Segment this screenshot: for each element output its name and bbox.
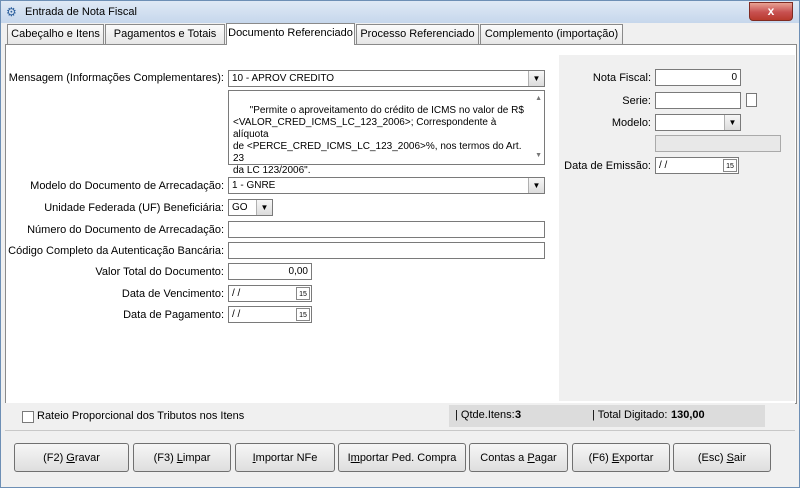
nota-fiscal-label: Nota Fiscal: xyxy=(592,72,651,84)
gravar-prefix: (F2) xyxy=(43,452,67,464)
data-pagamento-label: Data de Pagamento: xyxy=(123,309,224,321)
tab-processo-referenciado[interactable]: Processo Referenciado xyxy=(356,24,479,44)
importar-nfe-rest: mportar NFe xyxy=(255,452,318,464)
importar-ped-key: m xyxy=(350,452,360,464)
app-gear-icon: ⚙ xyxy=(6,5,17,19)
codigo-autenticacao-label: Código Completo da Autenticação Bancária… xyxy=(8,245,224,257)
modelo-documento-label: Modelo do Documento de Arrecadação: xyxy=(30,180,224,192)
status-bar: Rateio Proporcional dos Tributos nos Ite… xyxy=(5,403,795,429)
sair-prefix: (Esc) xyxy=(697,452,727,464)
mensagem-text[interactable]: "Permite o aproveitamento do crédito de … xyxy=(228,90,545,176)
exportar-rest: xportar xyxy=(619,452,654,464)
modelo-documento-combo[interactable]: 1 - GNRE ▼ xyxy=(228,177,545,194)
chevron-down-icon[interactable]: ▼ xyxy=(256,200,272,215)
data-vencimento-input[interactable]: / / 15 xyxy=(228,285,312,302)
mensagem-combo[interactable]: 10 - APROV CREDITO ▼ xyxy=(228,70,545,87)
serie-input[interactable] xyxy=(655,92,741,109)
gravar-rest: ravar xyxy=(74,452,100,464)
calendar-icon[interactable]: 15 xyxy=(296,287,310,300)
sair-button[interactable]: (Esc) Sair xyxy=(673,443,771,472)
codigo-autenticacao-input[interactable] xyxy=(228,242,545,259)
serie-label: Serie: xyxy=(622,95,651,107)
title-bar: ⚙ Entrada de Nota Fiscal x xyxy=(1,1,799,23)
uf-value: GO xyxy=(232,202,248,213)
gravar-button[interactable]: (F2) Gravar xyxy=(14,443,129,472)
chevron-down-icon[interactable]: ▼ xyxy=(528,178,544,193)
close-button[interactable]: x xyxy=(749,2,793,21)
mensagem-text-content: "Permite o aproveitamento do crédito de … xyxy=(233,105,524,176)
tab-pagamentos[interactable]: Pagamentos e Totais xyxy=(105,24,225,44)
limpar-button[interactable]: (F3) Limpar xyxy=(133,443,231,472)
numero-documento-label: Número do Documento de Arrecadação: xyxy=(27,224,224,236)
gravar-key: G xyxy=(66,452,75,464)
data-pagamento-input[interactable]: / / 15 xyxy=(228,306,312,323)
sair-rest: air xyxy=(733,452,747,464)
tab-cabecalho[interactable]: Cabeçalho e Itens xyxy=(7,24,104,44)
main-window: ⚙ Entrada de Nota Fiscal x Cabeçalho e I… xyxy=(0,0,800,488)
uf-combo[interactable]: GO ▼ xyxy=(228,199,273,216)
importar-nfe-button[interactable]: Importar NFe xyxy=(235,443,335,472)
chevron-down-icon[interactable]: ▼ xyxy=(724,115,740,130)
scroll-up-icon[interactable]: ▲ xyxy=(535,93,542,105)
tab-complemento[interactable]: Complemento (importação) xyxy=(480,24,623,44)
rateio-checkbox[interactable] xyxy=(22,411,34,423)
qtde-itens-label: | Qtde.Itens: xyxy=(455,409,515,421)
qtde-itens-value: 3 xyxy=(515,409,522,421)
window-title: Entrada de Nota Fiscal xyxy=(25,6,137,18)
modelo-description-field xyxy=(655,135,781,152)
tab-panel: Mensagem (Informações Complementares): 1… xyxy=(5,44,797,404)
exportar-prefix: (F6) xyxy=(588,452,612,464)
limpar-rest: impar xyxy=(182,452,211,464)
calendar-icon[interactable]: 15 xyxy=(723,159,737,172)
total-digitado-label: | Total Digitado: xyxy=(592,409,668,421)
total-digitado-value: 130,00 xyxy=(671,409,705,421)
data-vencimento-label: Data de Vencimento: xyxy=(121,288,224,300)
limpar-prefix: (F3) xyxy=(153,452,177,464)
mensagem-combo-value: 10 - APROV CREDITO xyxy=(232,73,335,84)
data-emissao-label: Data de Emissão: xyxy=(564,160,651,172)
contas-prefix: Contas a xyxy=(480,452,528,464)
uf-label: Unidade Federada (UF) Beneficiária: xyxy=(44,202,224,214)
data-emissao-value: / / xyxy=(659,160,668,171)
modelo-documento-value: 1 - GNRE xyxy=(232,180,276,191)
tab-documento-referenciado[interactable]: Documento Referenciado xyxy=(226,23,355,45)
data-vencimento-value: / / xyxy=(232,288,241,299)
nota-fiscal-panel: Nota Fiscal: 0 Serie: Modelo: ▼ Data de … xyxy=(559,55,795,401)
contas-rest: agar xyxy=(534,452,557,464)
contas-a-pagar-button[interactable]: Contas a Pagar xyxy=(469,443,568,472)
importar-ped-rest: portar Ped. Compra xyxy=(359,452,457,464)
totals-box: | Qtde.Itens: 3 | Total Digitado: 130,00 xyxy=(449,405,765,427)
importar-ped-compra-button[interactable]: Importar Ped. Compra xyxy=(338,443,466,472)
valor-total-label: Valor Total do Documento: xyxy=(95,266,224,278)
exportar-button[interactable]: (F6) Exportar xyxy=(572,443,670,472)
button-bar: (F2) Gravar (F3) Limpar Importar NFe Imp… xyxy=(5,430,795,486)
numero-documento-input[interactable] xyxy=(228,221,545,238)
sair-key: S xyxy=(726,452,734,464)
nota-fiscal-input[interactable]: 0 xyxy=(655,69,741,86)
calendar-icon[interactable]: 15 xyxy=(296,308,310,321)
data-emissao-input[interactable]: / / 15 xyxy=(655,157,739,174)
chevron-down-icon[interactable]: ▼ xyxy=(528,71,544,86)
document-icon[interactable] xyxy=(746,93,757,107)
modelo-combo[interactable]: ▼ xyxy=(655,114,741,131)
data-pagamento-value: / / xyxy=(232,309,241,320)
mensagem-label: Mensagem (Informações Complementares): xyxy=(8,72,224,84)
valor-total-input[interactable]: 0,00 xyxy=(228,263,312,280)
contas-key: P xyxy=(527,452,535,464)
scroll-down-icon[interactable]: ▼ xyxy=(535,150,542,162)
rateio-label: Rateio Proporcional dos Tributos nos Ite… xyxy=(37,410,245,422)
modelo-label: Modelo: xyxy=(611,117,651,129)
